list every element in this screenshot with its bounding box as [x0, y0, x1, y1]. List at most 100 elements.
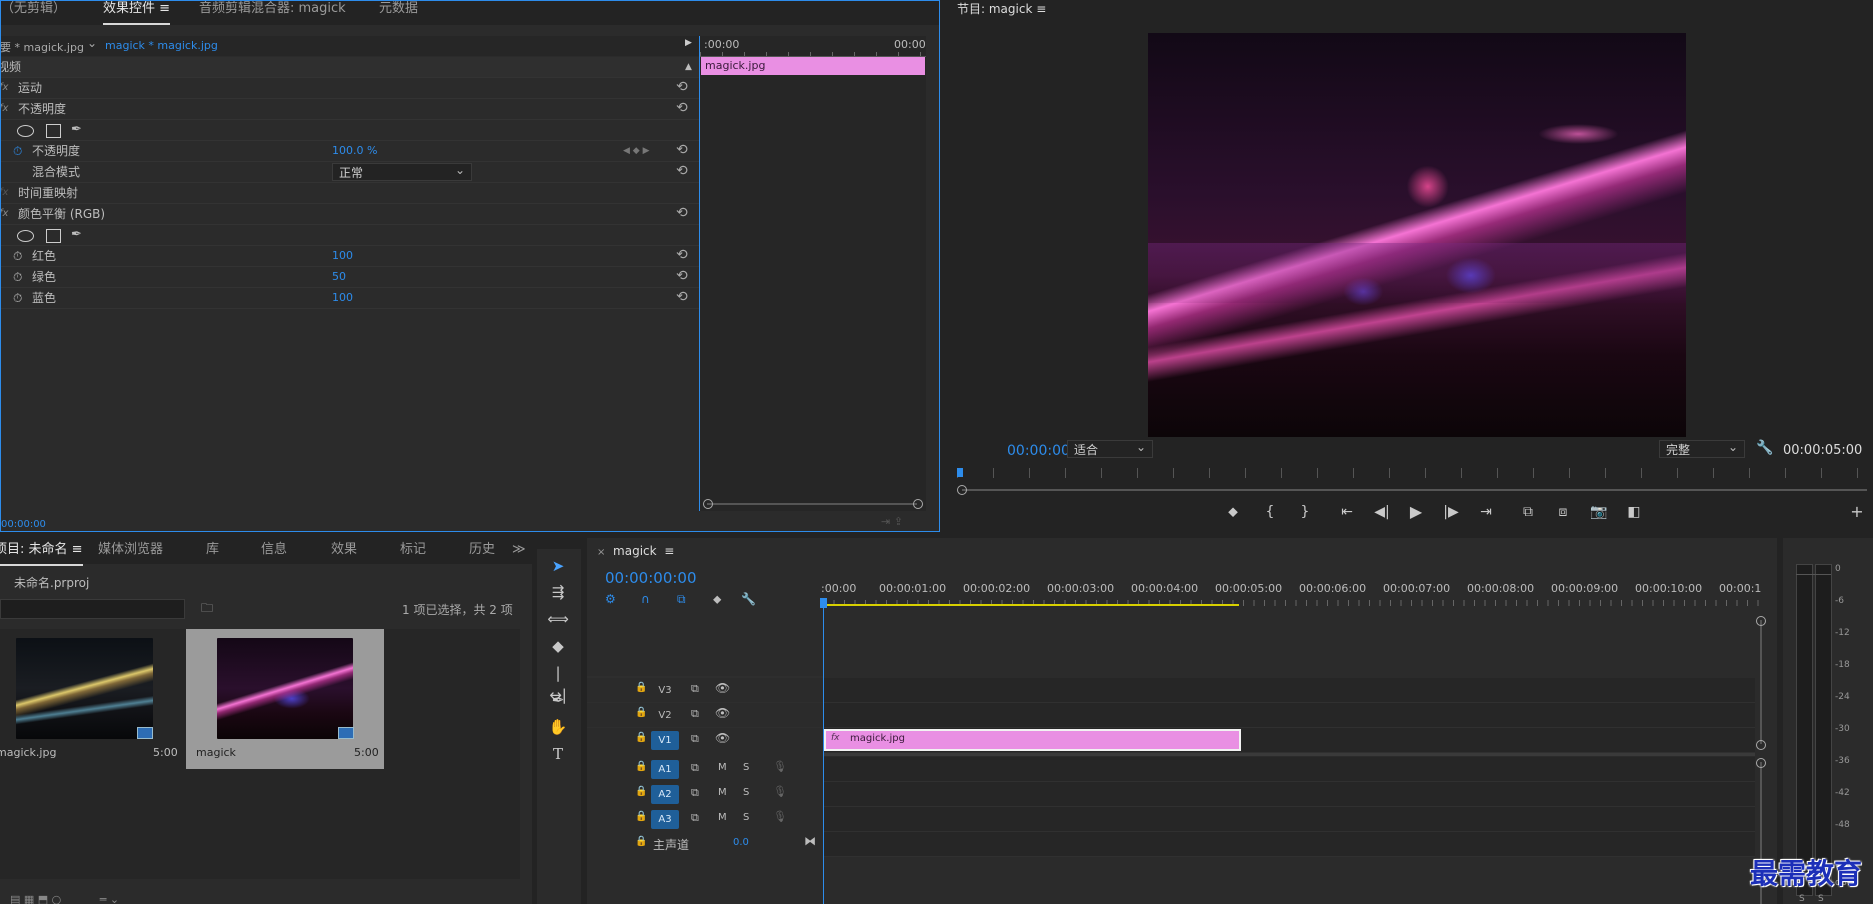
timeline-playhead-line[interactable] [823, 604, 824, 904]
tab-info[interactable]: 信息 [261, 542, 287, 564]
project-item-selected[interactable]: magick 5:00 [186, 629, 384, 769]
program-scrollbar[interactable] [962, 489, 1867, 491]
panel-menu-icon[interactable]: ≡ [1036, 2, 1046, 16]
timeline-clip[interactable]: fx magick.jpg [824, 729, 1241, 751]
tab-metadata[interactable]: 元数据 [379, 1, 418, 23]
track-target-a1[interactable]: A1 [651, 760, 679, 779]
play-only-icon[interactable]: ▶ [685, 38, 692, 48]
scroll-handle-top[interactable] [1756, 758, 1766, 768]
lock-icon[interactable]: 🔒 [635, 682, 647, 693]
rectangle-mask-icon[interactable] [46, 229, 61, 243]
tab-libraries[interactable]: 库 [206, 542, 219, 564]
reset-icon[interactable]: ⟲ [676, 140, 688, 160]
go-to-in-icon[interactable]: ⇤ [1335, 504, 1359, 520]
zoom-select[interactable]: 适合 [1067, 438, 1153, 458]
add-marker-icon[interactable]: ⬥ [1221, 504, 1245, 520]
stopwatch-icon[interactable]: ⏱ [13, 288, 22, 308]
wrench-icon[interactable]: 🔧 [1756, 440, 1773, 456]
panel-menu-icon[interactable]: ≡ [72, 542, 83, 557]
mute-button[interactable]: M [718, 812, 727, 823]
track-target-v3[interactable]: V3 [651, 681, 679, 700]
new-bin-search-icon[interactable]: 🗀 [201, 599, 213, 620]
track-target-v2[interactable]: V2 [651, 706, 679, 725]
reset-icon[interactable]: ⟲ [676, 161, 688, 181]
reset-icon[interactable]: ⟲ [676, 98, 688, 118]
scroll-handle-left[interactable] [957, 485, 967, 495]
lane-a2[interactable] [823, 782, 1755, 807]
tab-effects[interactable]: 效果 [331, 542, 357, 564]
lock-icon[interactable]: 🔒 [635, 761, 647, 772]
sync-lock-icon[interactable]: ⧉ [691, 811, 699, 825]
solo-button[interactable]: S [743, 787, 749, 798]
track-select-tool-icon[interactable]: ⇶ [547, 581, 569, 603]
stopwatch-icon[interactable]: ⏱ [13, 267, 22, 287]
extract-icon[interactable]: ⧈ [1551, 504, 1575, 520]
camera-icon[interactable]: 📷 [1587, 504, 1611, 520]
solo-button[interactable]: S [743, 812, 749, 823]
linked-selection-icon[interactable]: ⧉ [677, 592, 686, 607]
selection-tool-icon[interactable]: ➤ [547, 555, 569, 577]
lock-icon[interactable]: 🔒 [635, 811, 647, 822]
track-target-v1[interactable]: V1 [651, 731, 679, 750]
track-target-a2[interactable]: A2 [651, 785, 679, 804]
mini-scrollbar[interactable] [707, 503, 917, 505]
nest-toggle-icon[interactable]: ⚙ [605, 592, 616, 606]
export-icon[interactable]: ⇥ ⇪ [881, 515, 903, 528]
pen-tool-icon[interactable]: ✒ [547, 689, 569, 711]
effect-row-motion[interactable]: fx 运动 ⟲ [1, 78, 701, 99]
lock-icon[interactable]: 🔒 [635, 707, 647, 718]
timeline-tab[interactable]: × magick ≡ [597, 544, 674, 558]
mini-clip-bar[interactable]: magick.jpg [701, 57, 925, 75]
tab-no-clip[interactable]: （无剪辑） [1, 1, 66, 23]
add-marker-icon[interactable]: ⬥ [713, 592, 721, 607]
lift-icon[interactable]: ⧉ [1516, 504, 1540, 520]
wrench-icon[interactable]: 🔧 [741, 592, 756, 606]
lane-master[interactable] [823, 832, 1755, 857]
program-playhead[interactable] [957, 468, 963, 477]
sync-lock-icon[interactable]: ⧉ [691, 786, 699, 800]
hand-tool-icon[interactable]: ✋ [547, 716, 569, 738]
compare-view-icon[interactable]: ◧ [1622, 504, 1646, 520]
tab-history[interactable]: 历史 [469, 542, 495, 564]
timeline-ruler[interactable]: :00:00 00:00:01:00 00:00:02:00 00:00:03:… [820, 580, 1765, 608]
blend-mode-select[interactable]: 正常 [332, 161, 472, 181]
reset-icon[interactable]: ⟲ [676, 203, 688, 223]
lane-a1[interactable] [823, 757, 1755, 782]
close-icon[interactable]: × [597, 547, 605, 558]
pen-mask-icon[interactable]: ✒ [71, 225, 82, 245]
collapse-icon[interactable]: ▲ [685, 57, 692, 77]
mute-button[interactable]: M [718, 787, 727, 798]
program-ruler[interactable] [957, 468, 1873, 478]
pen-mask-icon[interactable]: ✒ [71, 120, 82, 140]
sequence-clip-label[interactable]: magick * magick.jpg [105, 39, 218, 52]
tab-media-browser[interactable]: 媒体浏览器 [98, 542, 163, 564]
play-button[interactable]: ▶ [1404, 502, 1428, 521]
keyframe-nav-icon[interactable]: ◀ ◆ ▶ [623, 141, 650, 161]
microphone-icon[interactable]: 🎙 [773, 760, 787, 773]
tab-markers[interactable]: 标记 [400, 542, 426, 564]
rectangle-mask-icon[interactable] [46, 124, 61, 138]
mute-button[interactable]: M [718, 762, 727, 773]
eye-icon[interactable]: 👁 [715, 681, 730, 695]
ellipse-mask-icon[interactable] [17, 125, 34, 137]
source-clip-label[interactable]: 主要 * magick.jpg [1, 39, 84, 55]
reset-icon[interactable]: ⟲ [676, 77, 688, 97]
effect-row-opacity-group[interactable]: fx 不透明度 ⟲ [1, 99, 701, 120]
lane-v3[interactable] [823, 678, 1755, 703]
lock-icon[interactable]: 🔒 [635, 786, 647, 797]
microphone-icon[interactable]: 🎙 [773, 810, 787, 823]
effect-row-time-remap[interactable]: fx 时间重映射 [1, 183, 701, 204]
sync-lock-icon[interactable]: ⧉ [691, 707, 699, 721]
timeline-timecode[interactable]: 00:00:00:00 [605, 569, 697, 587]
go-to-out-icon[interactable]: ⇥ [1474, 504, 1498, 520]
scroll-handle-right[interactable] [913, 499, 923, 509]
stopwatch-icon[interactable]: ⏱ [13, 246, 22, 266]
blue-value[interactable]: 100 [332, 288, 353, 308]
opacity-value[interactable]: 100.0 % [332, 141, 377, 161]
reset-icon[interactable]: ⟲ [676, 266, 688, 286]
tab-project[interactable]: 项目: 未命名 ≡ [0, 542, 83, 566]
meter-solo-left[interactable]: S [1799, 894, 1805, 904]
sync-lock-icon[interactable]: ⧉ [691, 761, 699, 775]
lane-v2[interactable] [823, 703, 1755, 728]
lane-a3[interactable] [823, 807, 1755, 832]
